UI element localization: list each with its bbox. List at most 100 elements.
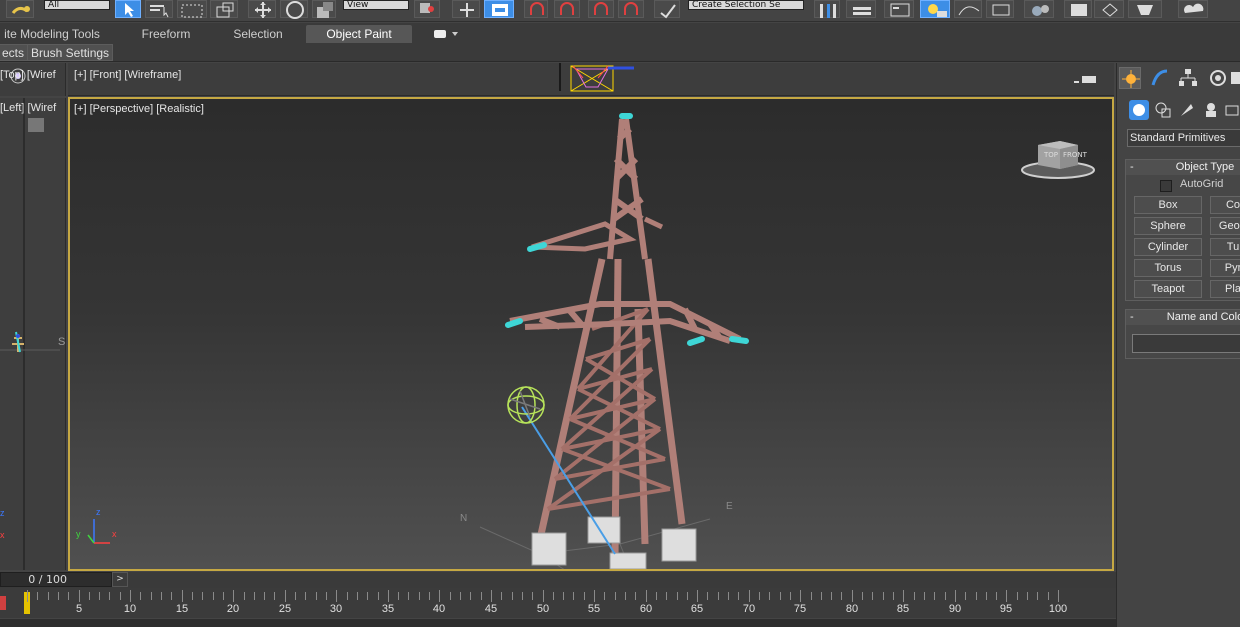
- helpers-icon[interactable]: [1223, 100, 1240, 120]
- create-tab-icon[interactable]: [1119, 67, 1141, 89]
- primitive-category-dropdown[interactable]: Standard Primitives: [1127, 129, 1240, 147]
- viewport-maximize-icon[interactable]: [1072, 71, 1102, 83]
- ribbon-options-icon[interactable]: [430, 26, 462, 40]
- track-bar-key-icon[interactable]: [0, 596, 6, 610]
- select-and-scale-icon[interactable]: [312, 0, 336, 18]
- frame-tick: [677, 592, 678, 600]
- render-setup-icon[interactable]: [1064, 0, 1092, 18]
- hierarchy-tab-icon[interactable]: [1177, 67, 1199, 89]
- time-slider[interactable]: [0, 572, 1116, 588]
- modify-tab-icon[interactable]: [1149, 67, 1171, 89]
- select-by-name-icon[interactable]: [145, 0, 173, 18]
- shapes-icon[interactable]: [1153, 100, 1173, 120]
- axis-z-label: z: [96, 507, 101, 517]
- geometry-icon[interactable]: [1129, 100, 1149, 120]
- object-type-rollout-header[interactable]: - Object Type: [1126, 160, 1240, 175]
- tab-object-paint[interactable]: Object Paint: [306, 25, 412, 43]
- render-cloud-icon[interactable]: [1178, 0, 1208, 18]
- toggle-scene-explorer-icon[interactable]: [884, 0, 914, 18]
- display-tab-icon[interactable]: [1229, 67, 1240, 89]
- frame-tick: [274, 592, 275, 600]
- next-frame-button[interactable]: >: [112, 572, 128, 587]
- select-and-rotate-icon[interactable]: [280, 0, 308, 19]
- frame-tick: [161, 592, 162, 600]
- frame-tick: [924, 592, 925, 600]
- keyboard-shortcut-override-icon[interactable]: [484, 0, 514, 18]
- rendered-frame-window-icon[interactable]: [1094, 0, 1124, 18]
- frame-number-label: 65: [690, 603, 704, 615]
- spinner-snap-icon[interactable]: [618, 0, 644, 18]
- toggle-layer-explorer-icon[interactable]: [920, 0, 950, 18]
- named-selection-sets-dropdown[interactable]: Create Selection Se: [688, 0, 804, 10]
- tab-graphite-modeling-tools[interactable]: ite Modeling Tools: [0, 25, 104, 43]
- frame-tick: [976, 592, 977, 600]
- angle-snap-icon[interactable]: [554, 0, 580, 18]
- time-slider-frame[interactable]: 0 / 100: [0, 572, 112, 587]
- viewport-front[interactable]: [+] [Front] [Wireframe]: [68, 63, 1114, 96]
- frame-tick: [872, 592, 873, 600]
- cylinder-button[interactable]: Cylinder: [1134, 238, 1202, 256]
- spell-check-icon[interactable]: [654, 0, 680, 19]
- frame-tick: [543, 590, 544, 602]
- torus-button[interactable]: Torus: [1134, 259, 1202, 277]
- mirror-icon[interactable]: [814, 0, 840, 18]
- selection-filter-dropdown[interactable]: All: [44, 0, 110, 10]
- plane-button[interactable]: Pla: [1210, 280, 1240, 298]
- link-icon[interactable]: [6, 0, 34, 18]
- frame-tick: [697, 590, 698, 602]
- window-crossing-icon[interactable]: [210, 0, 238, 18]
- viewport-top[interactable]: [Top] [Wiref: [0, 63, 66, 96]
- box-button[interactable]: Box: [1134, 196, 1202, 214]
- viewport-perspective[interactable]: [+] [Perspective] [Realistic] TOP FRONT: [68, 97, 1114, 571]
- reference-coordinate-dropdown[interactable]: View: [343, 0, 409, 10]
- object-name-field[interactable]: [1132, 334, 1240, 353]
- frame-number-label: 10: [123, 603, 137, 615]
- frame-number-label: 50: [536, 603, 550, 615]
- viewport-left[interactable]: [Left] [Wiref S z x: [0, 98, 66, 570]
- teapot-button[interactable]: Teapot: [1134, 280, 1202, 298]
- frame-tick: [728, 592, 729, 600]
- panel-brush-settings[interactable]: Brush Settings: [27, 44, 114, 61]
- lights-icon[interactable]: [1177, 100, 1197, 120]
- align-icon[interactable]: [846, 0, 876, 18]
- select-object-icon[interactable]: [115, 0, 141, 18]
- pivot-center-icon[interactable]: [414, 0, 440, 18]
- geosphere-button[interactable]: GeoS: [1210, 217, 1240, 235]
- ribbon: ite Modeling Tools Freeform Selection Ob…: [0, 23, 1240, 43]
- name-and-color-rollout-header[interactable]: - Name and Colo: [1126, 310, 1240, 325]
- frame-tick: [347, 592, 348, 600]
- material-editor-icon[interactable]: [1024, 0, 1054, 18]
- select-and-move-icon[interactable]: [248, 0, 276, 18]
- tab-selection[interactable]: Selection: [218, 25, 298, 43]
- percent-snap-icon[interactable]: [588, 0, 614, 18]
- snaps-toggle-icon[interactable]: [524, 0, 548, 18]
- panel-paint-objects[interactable]: ects: [0, 44, 29, 61]
- cameras-icon[interactable]: [1201, 100, 1221, 120]
- curve-editor-icon[interactable]: [954, 0, 982, 18]
- rectangular-selection-icon[interactable]: [177, 0, 207, 18]
- motion-tab-icon[interactable]: [1207, 67, 1229, 89]
- transmission-tower-model[interactable]: [70, 99, 1114, 571]
- tube-button[interactable]: Tu: [1210, 238, 1240, 256]
- pyramid-button[interactable]: Pyr: [1210, 259, 1240, 277]
- sphere-button[interactable]: Sphere: [1134, 217, 1202, 235]
- frame-tick: [615, 592, 616, 600]
- viewport-top-label[interactable]: [Top] [Wiref: [0, 69, 56, 81]
- select-manipulate-icon[interactable]: [452, 0, 480, 18]
- frame-tick: [584, 592, 585, 600]
- autogrid-checkbox[interactable]: [1160, 180, 1172, 192]
- frame-tick: [120, 592, 121, 600]
- frame-tick: [99, 592, 100, 600]
- frame-tick: [749, 590, 750, 602]
- render-production-icon[interactable]: [1128, 0, 1162, 18]
- schematic-view-icon[interactable]: [986, 0, 1014, 18]
- frame-tick: [945, 592, 946, 600]
- tab-freeform[interactable]: Freeform: [126, 25, 206, 43]
- frame-number-label: 25: [278, 603, 292, 615]
- frame-tick: [986, 592, 987, 600]
- object-type-rollout: - Object Type AutoGrid Box Sphere Cylinde…: [1125, 159, 1240, 301]
- frame-tick: [1017, 592, 1018, 600]
- frame-tick: [831, 592, 832, 600]
- cone-button[interactable]: Co: [1210, 196, 1240, 214]
- frame-tick: [130, 590, 131, 602]
